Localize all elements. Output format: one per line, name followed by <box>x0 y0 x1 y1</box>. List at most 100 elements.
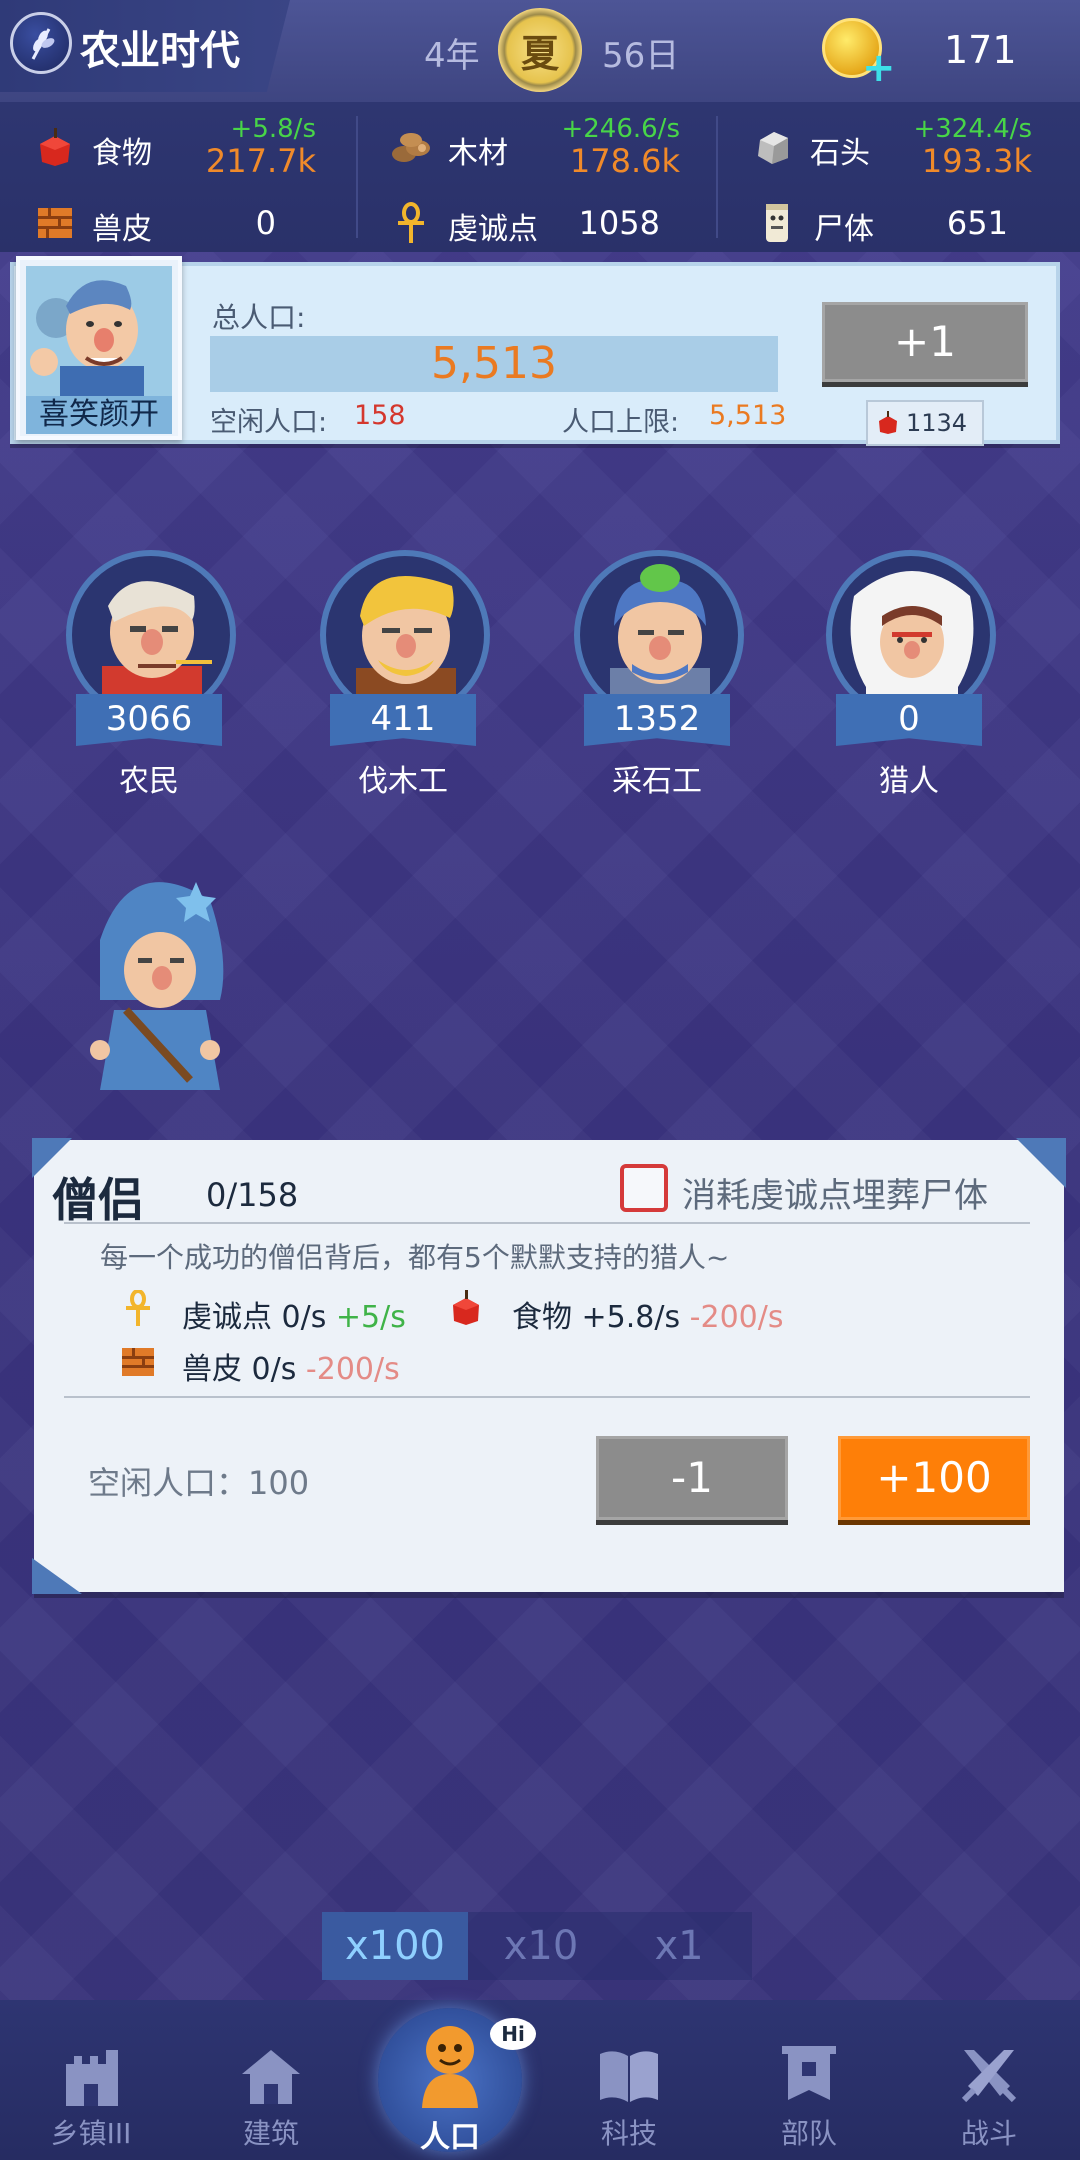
add-hundred-button[interactable]: +100 <box>838 1436 1030 1520</box>
effect-hide: 兽皮 0/s -200/s <box>182 1344 400 1388</box>
worker-name: 采石工 <box>612 764 702 799</box>
nav-label-active: 人口 <box>420 2120 480 2155</box>
nav-label: 乡镇III <box>50 2117 132 2150</box>
resource-piety[interactable]: 虔诚点 1058 <box>390 190 660 254</box>
worker-count: 0 <box>836 694 982 746</box>
nav-tech[interactable]: 科技 <box>554 2040 704 2160</box>
divider <box>716 116 718 238</box>
multiplier-x100[interactable]: x100 <box>322 1912 468 1980</box>
effect-food: 食物 +5.8/s -200/s <box>512 1292 784 1336</box>
nav-label: 部队 <box>780 2117 837 2150</box>
stone-icon <box>758 132 788 164</box>
card-corner <box>32 1558 82 1594</box>
resource-value: 0 <box>255 204 276 242</box>
resource-amount: 193.3k <box>921 142 1032 180</box>
cost-value: 1134 <box>906 409 968 437</box>
effect-piety: 虔诚点 0/s +5/s <box>182 1292 406 1336</box>
swords-icon <box>961 2050 1017 2103</box>
worker-lumberjack[interactable]: 411 伐木工 <box>308 512 498 799</box>
hide-icon <box>122 1348 154 1376</box>
ankh-icon <box>398 202 424 243</box>
resource-hide[interactable]: 兽皮 0 <box>34 190 276 254</box>
worker-stonecutter[interactable]: 1352 采石工 <box>562 512 752 799</box>
population-cap-label: 人口上限: <box>562 407 680 438</box>
resource-label: 虔诚点 <box>448 212 538 247</box>
nav-label: 建筑 <box>242 2117 299 2150</box>
worker-hunter[interactable]: 0 猎人 <box>814 512 1004 799</box>
resource-amount: 217.7k <box>205 142 316 180</box>
wheat-icon <box>10 12 72 74</box>
effect-piety-delta: +5/s <box>335 1300 406 1335</box>
resource-amount: 178.6k <box>569 142 680 180</box>
idle-population-label: 空闲人口: <box>210 407 328 438</box>
card-corner <box>1016 1138 1066 1188</box>
house-icon <box>242 2050 300 2104</box>
effect-piety-label: 虔诚点 0/s <box>182 1300 327 1335</box>
nav-troops[interactable]: 部队 <box>734 2040 884 2160</box>
card-description: 每一个成功的僧侣背后，都有5个默默支持的猎人~ <box>100 1241 730 1274</box>
burial-label[interactable]: 消耗虔诚点埋葬尸体 <box>682 1168 988 1217</box>
add-population-button[interactable]: +1 <box>822 302 1028 382</box>
apple-icon <box>40 128 70 166</box>
resource-label: 石头 <box>810 136 870 171</box>
multiplier-x10[interactable]: x10 <box>468 1912 614 1980</box>
resource-label: 尸体 <box>814 212 874 247</box>
divider <box>64 1396 1030 1398</box>
resource-food[interactable]: 食物 +5.8/s 217.7k <box>34 114 316 180</box>
banner-icon <box>782 2046 836 2100</box>
apple-icon <box>453 1290 479 1325</box>
total-population-value: 5,513 <box>210 336 778 392</box>
date-year: 4年 <box>424 36 480 76</box>
person-icon <box>422 2026 478 2108</box>
era-title: 农业时代 <box>80 28 240 74</box>
resource-label: 食物 <box>92 136 152 171</box>
add-population-cost: 1134 <box>866 400 984 446</box>
multiplier-selector: x100 x10 x1 <box>322 1912 752 1980</box>
wood-icon <box>392 133 430 162</box>
priest-character[interactable] <box>70 860 240 1100</box>
season-badge: 夏 <box>498 8 582 92</box>
card-title: 僧侣 <box>52 1173 144 1227</box>
resource-rate: +5.8/s <box>230 114 316 144</box>
effect-hide-delta: -200/s <box>305 1352 400 1387</box>
worker-name: 伐木工 <box>358 764 448 799</box>
worker-count: 3066 <box>76 694 222 746</box>
worker-name: 猎人 <box>879 764 939 799</box>
hide-icon <box>38 208 72 238</box>
add-coin-icon[interactable]: + <box>862 48 896 88</box>
worker-farmer[interactable]: 3066 农民 <box>54 512 244 799</box>
nav-town[interactable]: 乡镇III <box>16 2040 166 2160</box>
nav-battle[interactable]: 战斗 <box>914 2040 1064 2160</box>
book-icon <box>600 2051 658 2102</box>
idle-population-value: 158 <box>354 400 406 431</box>
effect-hide-label: 兽皮 0/s <box>182 1352 297 1387</box>
nav-label: 科技 <box>600 2117 657 2150</box>
worker-count: 411 <box>330 694 476 746</box>
burial-checkbox[interactable] <box>620 1164 668 1212</box>
divider <box>64 1222 1030 1224</box>
worker-name: 农民 <box>119 764 179 799</box>
resource-rate: +324.4/s <box>913 114 1032 144</box>
nav-label: 战斗 <box>960 2117 1017 2150</box>
castle-icon <box>66 2050 118 2106</box>
resource-wood[interactable]: 木材 +246.6/s 178.6k <box>390 114 680 180</box>
coin-value: 171 <box>944 28 1017 72</box>
leader-card[interactable]: 喜笑颜开 <box>16 256 182 440</box>
leader-avatar <box>26 266 172 396</box>
apple-icon <box>879 411 897 434</box>
resource-corpse[interactable]: 尸体 651 <box>756 190 1008 254</box>
card-count: 0/158 <box>206 1176 299 1214</box>
divider <box>356 116 358 238</box>
remove-one-button[interactable]: -1 <box>596 1436 788 1520</box>
date-day: 56日 <box>602 36 680 76</box>
ankh-icon <box>126 1290 150 1326</box>
resource-label: 兽皮 <box>92 212 152 247</box>
nav-buildings[interactable]: 建筑 <box>196 2040 346 2160</box>
resource-stone[interactable]: 石头 +324.4/s 193.3k <box>752 114 1032 180</box>
leader-name: 喜笑颜开 <box>26 396 172 434</box>
resource-value: 651 <box>946 204 1008 242</box>
worker-count: 1352 <box>584 694 730 746</box>
multiplier-x1[interactable]: x1 <box>606 1912 752 1980</box>
card-idle-population: 空闲人口：100 <box>88 1464 310 1502</box>
hi-bubble: Hi <box>490 2018 536 2050</box>
